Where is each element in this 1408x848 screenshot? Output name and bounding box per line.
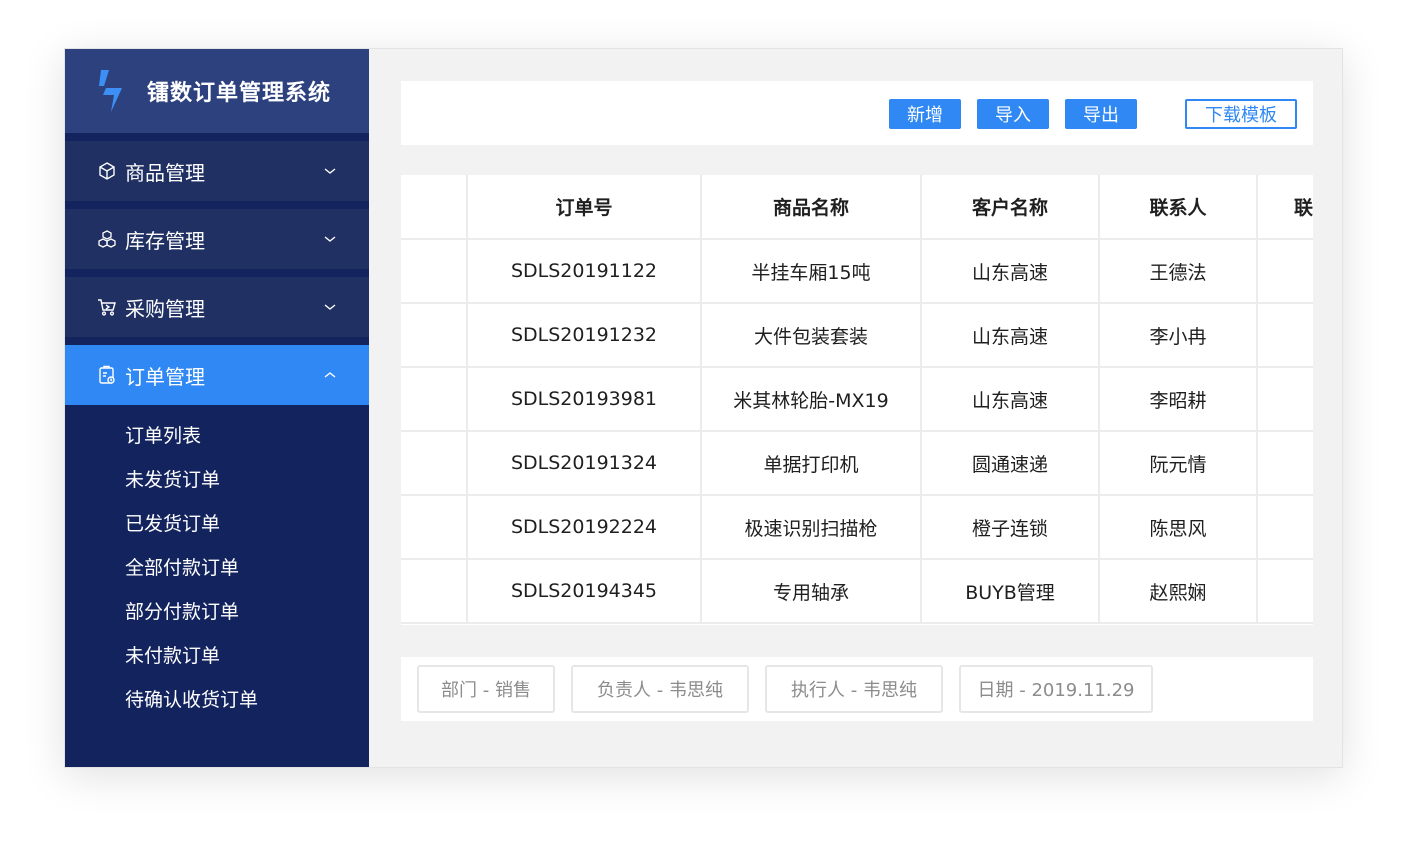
box-icon (97, 161, 117, 181)
row-select-cell[interactable] (401, 239, 468, 304)
contact-cell: 王德法 (1099, 239, 1258, 304)
contact-cell: 阮元情 (1099, 431, 1258, 496)
column-header-truncated: 联 (1257, 175, 1313, 240)
main-content: 新增 导入 导出 下载模板 订单号 商品名称 客户名称 联系人 联 SDLS20… (369, 49, 1342, 767)
truncated-cell (1257, 559, 1313, 624)
truncated-cell (1257, 431, 1313, 496)
product-name-cell: 半挂车厢15吨 (701, 239, 922, 304)
submenu-fully-paid-orders[interactable]: 全部付款订单 (65, 551, 369, 595)
lightning-logo-icon (99, 70, 122, 112)
order-no-cell: SDLS20191324 (467, 431, 702, 496)
table-header-row: 订单号 商品名称 客户名称 联系人 联 (401, 175, 1313, 240)
table-row[interactable]: SDLS20193981 米其林轮胎-MX19 山东高速 李昭耕 (401, 367, 1313, 432)
clipboard-icon (97, 365, 117, 385)
column-header-contact: 联系人 (1099, 175, 1258, 240)
order-no-cell: SDLS20194345 (467, 559, 702, 624)
truncated-cell (1257, 239, 1313, 304)
download-template-button[interactable]: 下载模板 (1185, 99, 1297, 129)
sidebar: 镭数订单管理系统 商品管理 库存管理 采购管理 订单管理 订单列表 未发货订单 … (65, 49, 369, 767)
sidebar-item-label: 商品管理 (125, 160, 205, 185)
cart-icon (97, 297, 117, 317)
product-name-cell: 极速识别扫描枪 (701, 495, 922, 560)
table-row[interactable]: SDLS20191232 大件包装套装 山东高速 李小冉 (401, 303, 1313, 368)
row-select-cell[interactable] (401, 367, 468, 432)
sidebar-item-purchasing[interactable]: 采购管理 (65, 277, 369, 337)
row-select-cell[interactable] (401, 303, 468, 368)
filter-tag-executor[interactable]: 执行人 - 韦思纯 (765, 665, 943, 713)
brand-header: 镭数订单管理系统 (65, 49, 369, 133)
filter-tag-owner[interactable]: 负责人 - 韦思纯 (571, 665, 749, 713)
row-select-cell[interactable] (401, 431, 468, 496)
submenu-partially-paid-orders[interactable]: 部分付款订单 (65, 595, 369, 639)
sidebar-item-inventory[interactable]: 库存管理 (65, 209, 369, 269)
customer-name-cell: BUYB管理 (921, 559, 1100, 624)
sidebar-item-orders[interactable]: 订单管理 (65, 345, 369, 405)
product-name-cell: 专用轴承 (701, 559, 922, 624)
customer-name-cell: 圆通速递 (921, 431, 1100, 496)
column-header-product-name: 商品名称 (701, 175, 922, 240)
export-button[interactable]: 导出 (1065, 99, 1137, 129)
app-title: 镭数订单管理系统 (147, 81, 332, 106)
table-row[interactable]: SDLS20191324 单据打印机 圆通速递 阮元情 (401, 431, 1313, 496)
customer-name-cell: 山东高速 (921, 367, 1100, 432)
row-select-cell[interactable] (401, 559, 468, 624)
submenu-pending-receipt-orders[interactable]: 待确认收货订单 (65, 683, 369, 727)
table-row[interactable]: SDLS20194345 专用轴承 BUYB管理 赵熙娴 (401, 559, 1313, 624)
sidebar-item-label: 库存管理 (125, 228, 205, 253)
contact-cell: 李小冉 (1099, 303, 1258, 368)
sidebar-item-products[interactable]: 商品管理 (65, 141, 369, 201)
chevron-down-icon (324, 236, 336, 242)
filter-tag-department[interactable]: 部门 - 销售 (417, 665, 555, 713)
import-button[interactable]: 导入 (977, 99, 1049, 129)
sidebar-item-label: 采购管理 (125, 296, 205, 321)
orders-submenu: 订单列表 未发货订单 已发货订单 全部付款订单 部分付款订单 未付款订单 待确认… (65, 405, 369, 727)
toolbar: 新增 导入 导出 下载模板 (401, 81, 1313, 145)
filter-bar: 部门 - 销售 负责人 - 韦思纯 执行人 - 韦思纯 日期 - 2019.11… (401, 657, 1313, 721)
cubes-icon (97, 229, 117, 249)
contact-cell: 李昭耕 (1099, 367, 1258, 432)
filter-tag-date[interactable]: 日期 - 2019.11.29 (959, 665, 1153, 713)
submenu-unshipped-orders[interactable]: 未发货订单 (65, 463, 369, 507)
sidebar-item-label: 订单管理 (125, 364, 205, 389)
column-header-order-no: 订单号 (467, 175, 702, 240)
product-name-cell: 单据打印机 (701, 431, 922, 496)
truncated-cell (1257, 303, 1313, 368)
product-name-cell: 大件包装套装 (701, 303, 922, 368)
customer-name-cell: 橙子连锁 (921, 495, 1100, 560)
order-no-cell: SDLS20193981 (467, 367, 702, 432)
orders-table: 订单号 商品名称 客户名称 联系人 联 SDLS20191122 半挂车厢15吨… (401, 175, 1313, 625)
order-no-cell: SDLS20192224 (467, 495, 702, 560)
chevron-down-icon (324, 168, 336, 174)
submenu-order-list[interactable]: 订单列表 (65, 419, 369, 463)
contact-cell: 赵熙娴 (1099, 559, 1258, 624)
add-button[interactable]: 新增 (889, 99, 961, 129)
customer-name-cell: 山东高速 (921, 303, 1100, 368)
order-no-cell: SDLS20191122 (467, 239, 702, 304)
column-header-select (401, 175, 468, 240)
table-row[interactable]: SDLS20191122 半挂车厢15吨 山东高速 王德法 (401, 239, 1313, 304)
chevron-up-icon (324, 372, 336, 378)
row-select-cell[interactable] (401, 495, 468, 560)
submenu-unpaid-orders[interactable]: 未付款订单 (65, 639, 369, 683)
chevron-down-icon (324, 304, 336, 310)
customer-name-cell: 山东高速 (921, 239, 1100, 304)
order-no-cell: SDLS20191232 (467, 303, 702, 368)
submenu-shipped-orders[interactable]: 已发货订单 (65, 507, 369, 551)
contact-cell: 陈思风 (1099, 495, 1258, 560)
truncated-cell (1257, 367, 1313, 432)
truncated-cell (1257, 495, 1313, 560)
table-row[interactable]: SDLS20192224 极速识别扫描枪 橙子连锁 陈思风 (401, 495, 1313, 560)
product-name-cell: 米其林轮胎-MX19 (701, 367, 922, 432)
app-window: 镭数订单管理系统 商品管理 库存管理 采购管理 订单管理 订单列表 未发货订单 … (64, 48, 1343, 768)
column-header-customer-name: 客户名称 (921, 175, 1100, 240)
